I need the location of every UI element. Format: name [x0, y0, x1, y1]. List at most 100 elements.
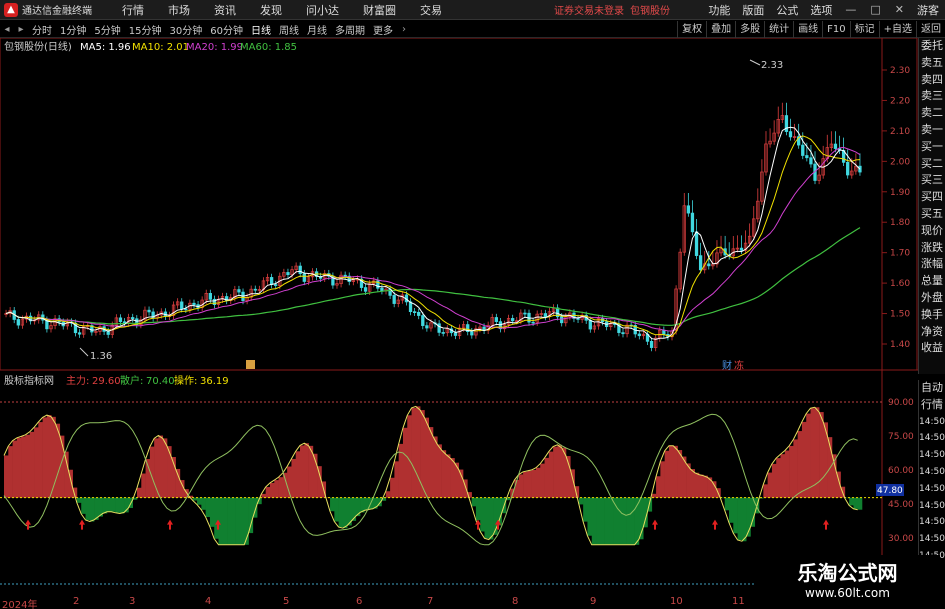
indicator-fill-bar: [269, 482, 275, 498]
high-marker-line: [749, 59, 761, 66]
tool-draw[interactable]: 画线: [793, 21, 822, 38]
sidebar-item-pct[interactable]: 涨幅: [919, 256, 945, 273]
sidebar-item-bid4[interactable]: 买四: [919, 189, 945, 206]
indicator-fill-bar: [64, 451, 69, 498]
main-chart-title: 包钢股份(日线): [4, 40, 72, 53]
sidebar-item-bid1[interactable]: 买一: [919, 139, 945, 156]
menu-function[interactable]: 功能: [702, 2, 736, 18]
indicator-fill-bar: [407, 415, 412, 498]
menu-layout[interactable]: 版面: [736, 2, 770, 18]
menu-options[interactable]: 选项: [804, 2, 838, 18]
close-button[interactable]: ✕: [888, 3, 911, 16]
indicator-fill-bar: [162, 438, 168, 498]
period-60min[interactable]: 60分钟: [206, 22, 247, 37]
candle-body: [180, 301, 184, 310]
sidebar-item-eps[interactable]: 收益: [919, 340, 945, 357]
indicator-fill-bar: [218, 497, 224, 545]
menu-ask[interactable]: 问小达: [294, 2, 351, 18]
period-more[interactable]: 更多: [369, 22, 397, 37]
tool-f10[interactable]: F10: [822, 21, 849, 38]
sidebar-item-price[interactable]: 现价: [919, 223, 945, 240]
menu-market[interactable]: 市场: [156, 2, 202, 18]
menu-formula[interactable]: 公式: [770, 2, 804, 18]
candle-body: [269, 277, 274, 285]
sidebar-item-bid5[interactable]: 买五: [919, 206, 945, 223]
tool-stats[interactable]: 统计: [764, 21, 793, 38]
indicator-fill-bar: [89, 497, 95, 522]
low-marker-label: 1.36: [90, 351, 112, 362]
sidebar-item-turnover[interactable]: 换手: [919, 307, 945, 324]
nav-right-icon[interactable]: ▸: [14, 24, 28, 35]
sidebar-item-change[interactable]: 涨跌: [919, 240, 945, 257]
sidebar-item-ask4[interactable]: 卖四: [919, 72, 945, 89]
main-force-label: 主力:: [66, 374, 89, 387]
indicator-fill-bar: [673, 445, 678, 498]
nav-left-icon[interactable]: ◂: [0, 24, 14, 35]
indicator-fill-bar: [544, 457, 550, 498]
indicator-fill-bar: [557, 444, 562, 498]
sidebar-item-ask1[interactable]: 卖一: [919, 122, 945, 139]
maximize-button[interactable]: □: [863, 3, 887, 16]
buy-arrow-icon: [25, 519, 31, 530]
period-intraday[interactable]: 分时: [28, 22, 56, 37]
buy-arrow-icon: [79, 519, 85, 530]
sidebar-item-ask5[interactable]: 卖五: [919, 55, 945, 72]
tool-back[interactable]: 返回: [916, 21, 945, 38]
candle-body: [511, 318, 515, 322]
retail-label: 散户:: [120, 374, 143, 387]
sidebar-item-ask2[interactable]: 卖二: [919, 105, 945, 122]
buy-signal-arrows: [25, 519, 829, 530]
tool-multi-stock[interactable]: 多股: [735, 21, 764, 38]
period-5min[interactable]: 5分钟: [90, 22, 124, 37]
price-axis-ticks: 2.30 2.20 2.10 2.00 1.90 1.80 1.70 1.60 1.50 1.40: [882, 66, 910, 350]
menu-news[interactable]: 资讯: [202, 2, 248, 18]
finance-badge[interactable]: 财: [722, 359, 732, 372]
event-badge[interactable]: 冻: [734, 359, 744, 372]
menu-wealth[interactable]: 财富圈: [351, 2, 408, 18]
minimize-button[interactable]: —: [838, 3, 863, 16]
candle-body: [560, 316, 564, 324]
period-15min[interactable]: 15分钟: [125, 22, 166, 37]
sidebar-item-ask3[interactable]: 卖三: [919, 88, 945, 105]
period-multi[interactable]: 多周期: [331, 22, 369, 37]
period-daily[interactable]: 日线: [247, 22, 275, 37]
period-weekly[interactable]: 周线: [275, 22, 303, 37]
buy-arrow-icon: [652, 519, 658, 530]
price-tick-label: 2.00: [890, 157, 910, 167]
more-chevron-icon[interactable]: ›: [397, 24, 411, 35]
menu-trade[interactable]: 交易: [408, 2, 454, 18]
event-badge-icon[interactable]: [246, 360, 255, 369]
chart-canvas[interactable]: 包钢股份(日线) MA5: 1.96 MA10: 2.01 MA20: 1.99…: [0, 38, 918, 596]
menu-quotes[interactable]: 行情: [110, 2, 156, 18]
period-1min[interactable]: 1分钟: [56, 22, 90, 37]
login-status[interactable]: 证券交易未登录: [554, 2, 624, 17]
sidebar-quote[interactable]: 行情: [919, 397, 945, 414]
guest-label[interactable]: 游客: [911, 2, 945, 18]
candle-body: [147, 309, 151, 313]
sidebar-item-bid3[interactable]: 买三: [919, 172, 945, 189]
indicator-fill-bar: [248, 497, 254, 534]
indicator-fill-bar: [21, 436, 26, 498]
indicator-fill-bar: [540, 463, 545, 498]
indicator-fill-bar: [441, 450, 447, 498]
indicator-fill-bar: [771, 463, 777, 498]
period-monthly[interactable]: 月线: [303, 22, 331, 37]
sidebar-item-outer[interactable]: 外盘: [919, 290, 945, 307]
indicator-fill-bar: [596, 497, 601, 545]
tool-mark[interactable]: 标记: [849, 21, 879, 38]
sidebar-auto[interactable]: 自动: [919, 380, 945, 397]
sidebar-item-nav[interactable]: 净资: [919, 324, 945, 341]
stock-name-top: 包钢股份: [630, 6, 670, 17]
sidebar-item-bid2[interactable]: 买二: [919, 156, 945, 173]
tool-add-watchlist[interactable]: +自选: [878, 21, 916, 38]
indicator-fill-bar: [518, 474, 524, 498]
candle-body: [739, 247, 744, 251]
menu-discover[interactable]: 发现: [248, 2, 294, 18]
indicator-fill-bar: [484, 497, 490, 539]
sidebar-item-volume[interactable]: 总量: [919, 273, 945, 290]
period-30min[interactable]: 30分钟: [165, 22, 206, 37]
indicator-fill-bar: [390, 477, 395, 498]
sidebar-item-order[interactable]: 委托: [919, 38, 945, 55]
tool-overlay[interactable]: 叠加: [706, 21, 735, 38]
tool-adjust[interactable]: 复权: [677, 21, 706, 38]
